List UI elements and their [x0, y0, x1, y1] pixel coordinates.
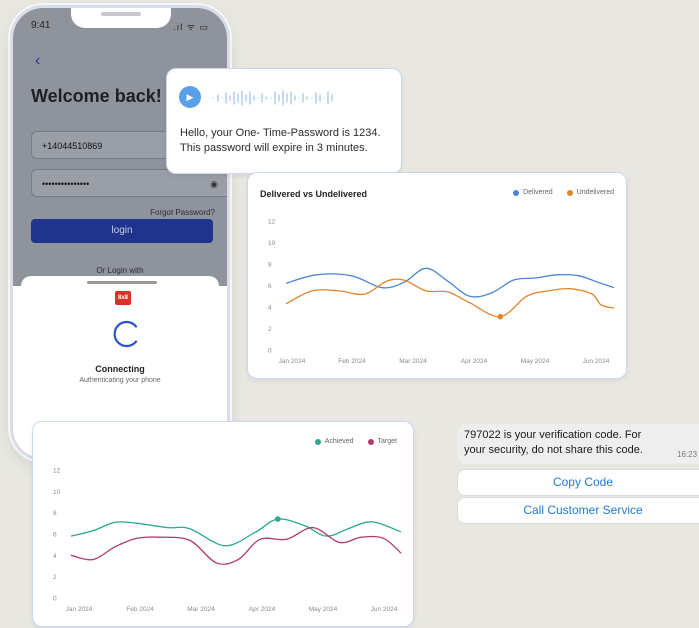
x-tick-label: May 2024	[309, 606, 338, 613]
eye-icon[interactable]: ◉	[210, 170, 218, 198]
voice-message-line2: This password will expire in 3 minutes.	[180, 142, 368, 154]
y-tick-label: 0	[268, 348, 272, 355]
y-tick-label: 4	[53, 553, 57, 560]
x-tick-label: Mar 2024	[187, 606, 215, 613]
achieved-chart-card: Achieved Target 0 2 4 6 8 10 12 Jan 2024 Feb 202…	[32, 421, 414, 627]
x-tick-label: Jun 2024	[371, 606, 398, 613]
or-login-with-label: Or Login with	[96, 266, 144, 275]
y-tick-label: 6	[268, 283, 272, 290]
y-tick-label: 12	[53, 468, 61, 475]
voice-otp-message: Hello, your One- Time-Password is 1234. …	[180, 126, 381, 156]
x-tick-label: Jan 2024	[66, 606, 93, 613]
x-tick-label: Feb 2024	[338, 358, 366, 365]
y-tick-label: 10	[53, 489, 61, 496]
call-customer-service-button[interactable]: Call Customer Service	[457, 497, 699, 524]
y-tick-label: 10	[268, 240, 276, 247]
sms-line1: 797022 is your verification code. For	[464, 429, 642, 441]
8x8-logo: 8x8	[115, 291, 131, 305]
highlight-point	[275, 516, 281, 522]
x-tick-label: Apr 2024	[249, 606, 276, 613]
sms-line2: your security, do not share this code.	[464, 444, 643, 456]
chevron-left-icon[interactable]: ‹	[35, 52, 40, 70]
waveform-icon	[212, 90, 333, 106]
sms-message-bubble: 797022 is your verification code. For yo…	[457, 424, 699, 464]
y-tick-label: 2	[268, 326, 272, 333]
highlight-point	[497, 313, 504, 320]
x-tick-label: Feb 2024	[126, 606, 154, 613]
copy-code-button[interactable]: Copy Code	[457, 469, 699, 496]
y-tick-label: 8	[53, 510, 57, 517]
voice-otp-card: ▶ Hello, your One- Time-Password is 1234…	[166, 68, 402, 174]
x-tick-label: May 2024	[521, 358, 550, 365]
forgot-password-link[interactable]: Forgot Password?	[150, 208, 215, 217]
sheet-handle[interactable]	[87, 281, 157, 284]
authenticating-label: Authenticating your phone	[79, 377, 161, 384]
status-icons: .ıl ᯤ ▭	[173, 22, 209, 32]
y-tick-label: 12	[268, 219, 276, 226]
password-value: •••••••••••••••	[42, 179, 90, 189]
series-line-undelivered	[285, 278, 615, 318]
phone-notch	[71, 8, 171, 28]
x-tick-label: Apr 2024	[461, 358, 488, 365]
series-line-target	[70, 526, 402, 565]
y-tick-label: 4	[268, 305, 272, 312]
page-title: Welcome back!	[31, 86, 162, 106]
play-icon[interactable]: ▶	[179, 86, 201, 108]
status-time: 9:41	[31, 20, 51, 31]
y-tick-label: 6	[53, 532, 57, 539]
y-tick-label: 8	[268, 262, 272, 269]
y-tick-label: 2	[53, 574, 57, 581]
connecting-label: Connecting	[95, 364, 145, 374]
line-chart-1: 0 2 4 6 8 10 12 Jan 2024 Feb 2024 Mar 2024 Apr 202…	[268, 219, 615, 365]
login-button[interactable]: login	[31, 219, 213, 243]
y-tick-label: 0	[53, 596, 57, 603]
x-tick-label: Jun 2024	[583, 358, 610, 365]
series-line-achieved	[70, 518, 402, 547]
voice-message-line1: Hello, your One- Time-Password is 1234.	[180, 127, 381, 139]
spinner-icon	[113, 320, 138, 348]
x-tick-label: Jan 2024	[279, 358, 306, 365]
sms-text: 797022 is your verification code. For yo…	[464, 428, 674, 458]
line-chart-2: 0 2 4 6 8 10 12 Jan 2024 Feb 2024 Mar 2024 Apr 202…	[53, 468, 402, 613]
sms-timestamp: 16:23	[677, 450, 698, 459]
delivered-chart-card: Delivered vs Undelivered Delivered Undel…	[247, 172, 627, 379]
x-tick-label: Mar 2024	[399, 358, 427, 365]
